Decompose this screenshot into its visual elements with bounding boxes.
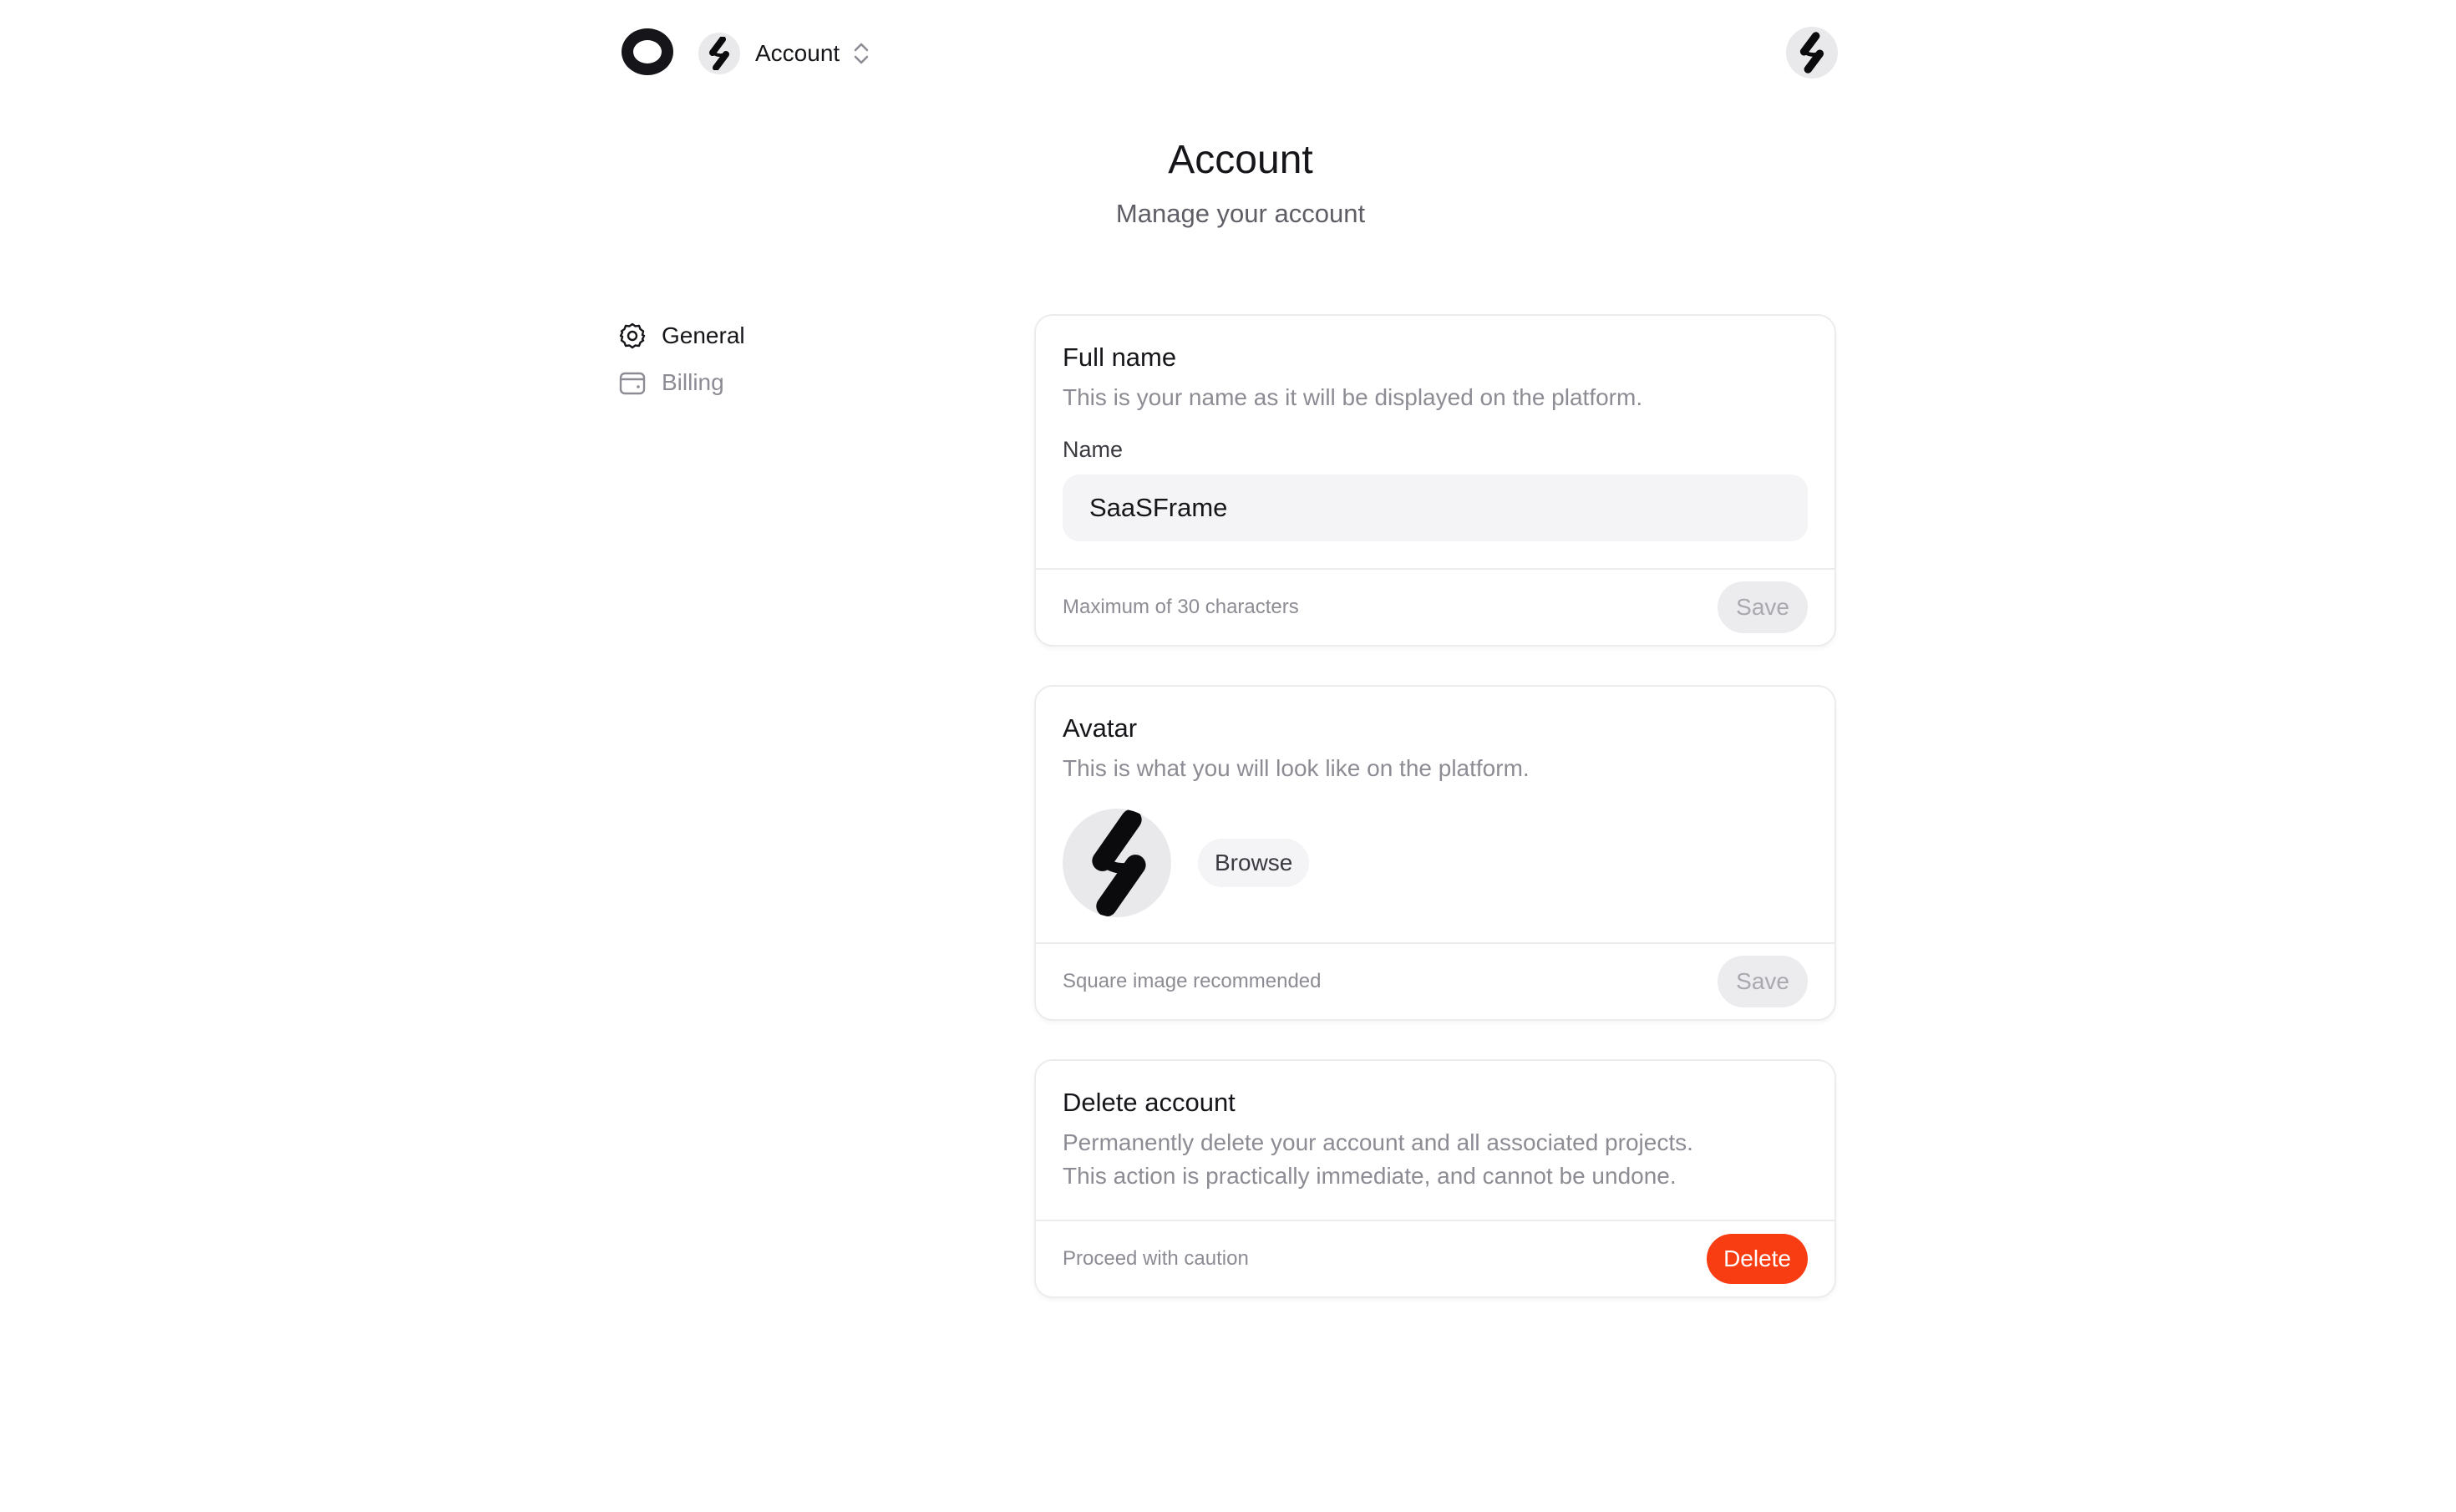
footer-note: Square image recommended [1063, 970, 1322, 992]
delete-account-card: Delete account Permanently delete your a… [1034, 1059, 1836, 1298]
browse-button[interactable]: Browse [1198, 839, 1310, 887]
avatar-preview [1063, 809, 1171, 917]
description-line: Permanently delete your account and all … [1063, 1129, 1693, 1155]
sidebar-item-label: Billing [662, 369, 724, 395]
delete-account-button[interactable]: Delete [1707, 1234, 1808, 1284]
card-title: Avatar [1063, 713, 1138, 743]
saasframe-logo-icon [1092, 809, 1146, 917]
card-title: Full name [1063, 342, 1177, 372]
sidebar-item-general[interactable]: General [618, 312, 952, 359]
name-input[interactable] [1063, 474, 1808, 541]
card-title: Delete account [1063, 1088, 1236, 1117]
workspace-switcher-label: Account [755, 40, 840, 66]
account-settings-page: Account Account Manage your account Gene… [0, 0, 2456, 1512]
settings-sidebar: General Billing [618, 312, 952, 406]
user-avatar[interactable] [1786, 27, 1838, 79]
card-footer: Square image recommended Save [1036, 942, 1834, 1019]
gear-icon [618, 322, 647, 350]
avatar-card: Avatar This is what you will look like o… [1034, 685, 1836, 1021]
sidebar-item-billing[interactable]: Billing [618, 359, 952, 406]
card-description: Permanently delete your account and all … [1063, 1126, 1808, 1193]
page-title: Account [1168, 138, 1313, 182]
footer-note: Maximum of 30 characters [1063, 596, 1299, 618]
full-name-card: Full name This is your name as it will b… [1034, 314, 1836, 647]
footer-note: Proceed with caution [1063, 1247, 1249, 1270]
chevron-up-down-icon [851, 40, 871, 67]
workspace-switcher[interactable]: Account [698, 30, 871, 77]
page-subtitle: Manage your account [1115, 199, 1366, 228]
card-footer: Proceed with caution Delete [1036, 1220, 1834, 1296]
sidebar-item-label: General [662, 322, 745, 348]
wallet-icon [618, 368, 647, 397]
ring-logo-icon[interactable] [622, 28, 673, 75]
avatar-row: Browse [1063, 809, 1808, 917]
page-header: Account Manage your account [0, 132, 2456, 232]
workspace-avatar [698, 33, 740, 74]
save-name-button[interactable]: Save [1718, 581, 1808, 633]
save-avatar-button[interactable]: Save [1718, 956, 1808, 1007]
saasframe-logo-icon [709, 37, 729, 70]
card-description: This is your name as it will be displaye… [1063, 384, 1643, 410]
card-description: This is what you will look like on the p… [1063, 755, 1530, 781]
name-field-label: Name [1063, 437, 1124, 462]
settings-cards: Full name This is your name as it will b… [1034, 314, 1836, 1337]
top-bar: Account [618, 25, 1838, 82]
saasframe-logo-icon [1799, 32, 1824, 74]
card-footer: Maximum of 30 characters Save [1036, 568, 1834, 645]
description-line: This action is practically immediate, an… [1063, 1163, 1677, 1189]
